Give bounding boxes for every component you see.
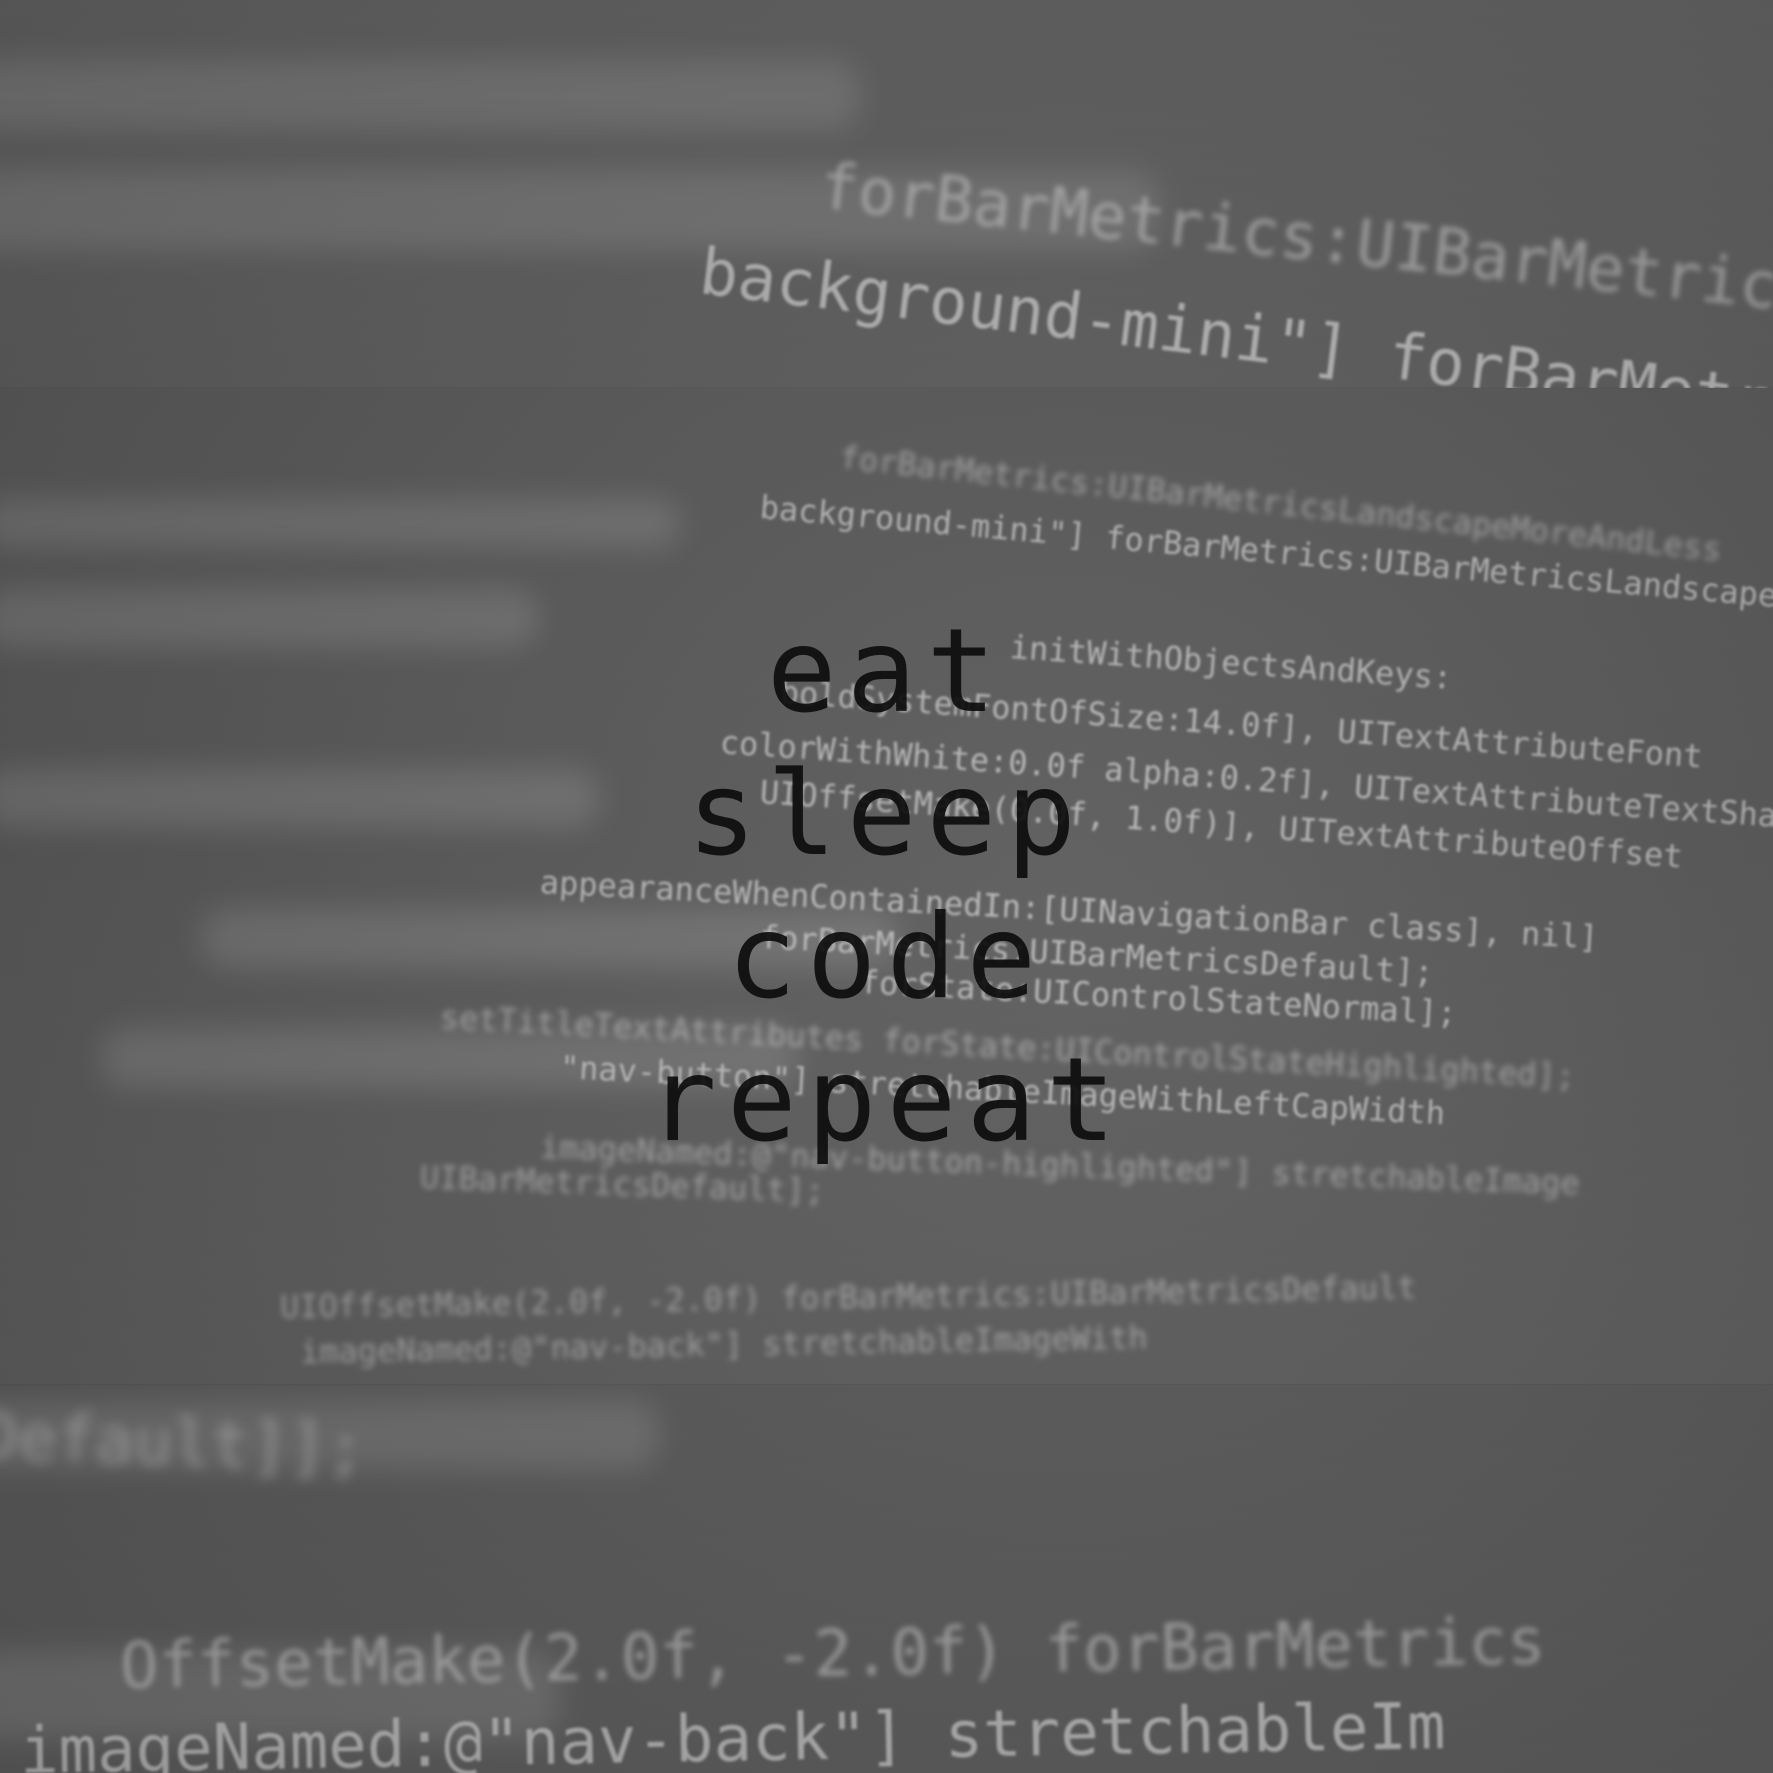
background-code-line: imageNamed:@"nav-back"] stretchableImage…: [299, 1318, 1148, 1371]
slogan: eat sleep code repeat: [0, 600, 1773, 1172]
slogan-line-eat: eat: [766, 604, 1007, 739]
photo-canvas: forBarMetrics:UIBarMetricsLandsc backgro…: [0, 0, 1773, 1773]
slogan-line-sleep: sleep: [686, 747, 1087, 882]
slogan-line-code: code: [726, 890, 1047, 1025]
slogan-line-repeat: repeat: [646, 1033, 1127, 1168]
background-code-line: OffsetMake(2.0f, -2.0f) forBarMetrics: [119, 1605, 1547, 1704]
blur-smear: [0, 498, 680, 548]
background-code-line: UIOffsetMake(2.0f, -2.0f) forBarMetrics:…: [279, 1268, 1417, 1326]
background-code-line: Default]];: [0, 1400, 367, 1488]
blur-smear: [0, 60, 860, 130]
